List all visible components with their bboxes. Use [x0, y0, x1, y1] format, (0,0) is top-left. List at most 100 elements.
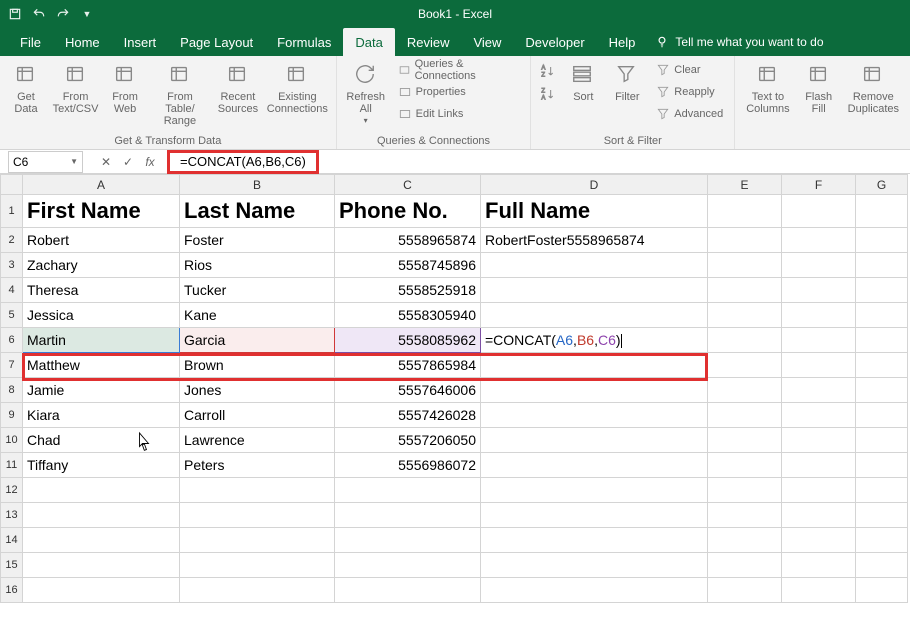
cell-E1[interactable] [708, 195, 782, 228]
advanced-button[interactable]: Advanced [651, 104, 728, 124]
cell-A5[interactable]: Jessica [23, 303, 180, 328]
cell-B5[interactable]: Kane [180, 303, 335, 328]
tab-developer[interactable]: Developer [513, 28, 596, 56]
row-header[interactable]: 15 [1, 553, 23, 578]
tab-insert[interactable]: Insert [112, 28, 169, 56]
cell-C6[interactable]: 5558085962 [335, 328, 481, 353]
cell-F7[interactable] [782, 353, 856, 378]
cell-F12[interactable] [782, 478, 856, 503]
cell-G10[interactable] [856, 428, 908, 453]
edit-links-button[interactable]: Edit Links [393, 104, 525, 124]
row-header[interactable]: 8 [1, 378, 23, 403]
row-header[interactable]: 16 [1, 578, 23, 603]
tab-file[interactable]: File [8, 28, 53, 56]
cell-C1[interactable]: Phone No. [335, 195, 481, 228]
row-header[interactable]: 9 [1, 403, 23, 428]
flash-fill-button[interactable]: Flash Fill [799, 60, 839, 118]
cell-B2[interactable]: Foster [180, 228, 335, 253]
cell-B1[interactable]: Last Name [180, 195, 335, 228]
cell-E7[interactable] [708, 353, 782, 378]
tab-view[interactable]: View [461, 28, 513, 56]
cell-D16[interactable] [481, 578, 708, 603]
cell-B7[interactable]: Brown [180, 353, 335, 378]
undo-icon[interactable] [30, 5, 48, 23]
cell-B16[interactable] [180, 578, 335, 603]
from-table-range-button[interactable]: From Table/ Range [149, 60, 211, 130]
cell-D5[interactable] [481, 303, 708, 328]
cell-C12[interactable] [335, 478, 481, 503]
select-all-button[interactable] [1, 175, 23, 195]
cell-A7[interactable]: Matthew [23, 353, 180, 378]
cell-E12[interactable] [708, 478, 782, 503]
cell-F10[interactable] [782, 428, 856, 453]
row-header[interactable]: 7 [1, 353, 23, 378]
cell-C11[interactable]: 5556986072 [335, 453, 481, 478]
cell-D15[interactable] [481, 553, 708, 578]
cell-D2[interactable]: RobertFoster5558965874 [481, 228, 708, 253]
properties-button[interactable]: Properties [393, 82, 525, 102]
cell-C4[interactable]: 5558525918 [335, 278, 481, 303]
refresh-all-button[interactable]: Refresh All▾ [343, 60, 389, 130]
cell-D11[interactable] [481, 453, 708, 478]
cell-G15[interactable] [856, 553, 908, 578]
redo-icon[interactable] [54, 5, 72, 23]
cell-G11[interactable] [856, 453, 908, 478]
cell-A1[interactable]: First Name [23, 195, 180, 228]
cell-C14[interactable] [335, 528, 481, 553]
cell-E13[interactable] [708, 503, 782, 528]
cell-A12[interactable] [23, 478, 180, 503]
cell-D1[interactable]: Full Name [481, 195, 708, 228]
cell-F2[interactable] [782, 228, 856, 253]
cell-E5[interactable] [708, 303, 782, 328]
row-header[interactable]: 14 [1, 528, 23, 553]
tab-data[interactable]: Data [343, 28, 394, 56]
column-header-B[interactable]: B [180, 175, 335, 195]
cell-E2[interactable] [708, 228, 782, 253]
from-web-button[interactable]: From Web [105, 60, 145, 118]
cell-B4[interactable]: Tucker [180, 278, 335, 303]
cell-A2[interactable]: Robert [23, 228, 180, 253]
cell-D6[interactable]: =CONCAT(A6,B6,C6) [481, 328, 708, 353]
cell-E15[interactable] [708, 553, 782, 578]
cell-G16[interactable] [856, 578, 908, 603]
tab-page-layout[interactable]: Page Layout [168, 28, 265, 56]
cell-F11[interactable] [782, 453, 856, 478]
cell-F13[interactable] [782, 503, 856, 528]
cell-G13[interactable] [856, 503, 908, 528]
tab-help[interactable]: Help [597, 28, 648, 56]
get-data-button[interactable]: Get Data [6, 60, 46, 118]
column-header-D[interactable]: D [481, 175, 708, 195]
filter-button[interactable]: Filter [607, 60, 647, 106]
cancel-formula-button[interactable]: ✕ [95, 151, 117, 173]
cell-F16[interactable] [782, 578, 856, 603]
cell-D8[interactable] [481, 378, 708, 403]
cell-C16[interactable] [335, 578, 481, 603]
cell-A4[interactable]: Theresa [23, 278, 180, 303]
cell-E9[interactable] [708, 403, 782, 428]
cell-B3[interactable]: Rios [180, 253, 335, 278]
cell-C9[interactable]: 5557426028 [335, 403, 481, 428]
cell-C8[interactable]: 5557646006 [335, 378, 481, 403]
cell-B15[interactable] [180, 553, 335, 578]
cell-F15[interactable] [782, 553, 856, 578]
remove-duplicates-button[interactable]: Remove Duplicates [843, 60, 904, 118]
cell-D12[interactable] [481, 478, 708, 503]
cell-G4[interactable] [856, 278, 908, 303]
column-header-C[interactable]: C [335, 175, 481, 195]
cell-B11[interactable]: Peters [180, 453, 335, 478]
cell-F1[interactable] [782, 195, 856, 228]
row-header[interactable]: 11 [1, 453, 23, 478]
cell-D7[interactable] [481, 353, 708, 378]
tab-home[interactable]: Home [53, 28, 112, 56]
cell-D9[interactable] [481, 403, 708, 428]
existing-connections-button[interactable]: Existing Connections [265, 60, 330, 118]
row-header[interactable]: 10 [1, 428, 23, 453]
cell-A11[interactable]: Tiffany [23, 453, 180, 478]
cell-A10[interactable]: Chad [23, 428, 180, 453]
cell-G2[interactable] [856, 228, 908, 253]
cell-E11[interactable] [708, 453, 782, 478]
cell-C10[interactable]: 5557206050 [335, 428, 481, 453]
cell-A8[interactable]: Jamie [23, 378, 180, 403]
cell-A3[interactable]: Zachary [23, 253, 180, 278]
cell-G12[interactable] [856, 478, 908, 503]
